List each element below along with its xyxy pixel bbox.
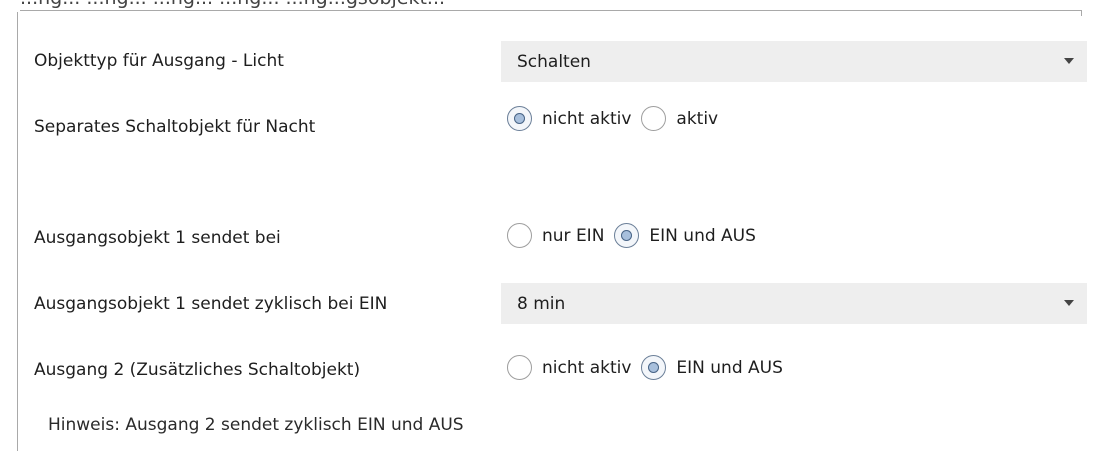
objekttyp-select[interactable]: Schalten bbox=[501, 41, 1087, 82]
radio-group-ausgangsobjekt-sendet: nur EIN EIN und AUS bbox=[507, 223, 766, 248]
radio-option-aktiv[interactable]: aktiv bbox=[641, 106, 718, 131]
group-left-border bbox=[17, 12, 18, 451]
radio-option-nicht-aktiv[interactable]: nicht aktiv bbox=[507, 355, 631, 380]
param-label-separates-schaltobjekt: Separates Schaltobjekt für Nacht bbox=[34, 117, 316, 137]
group-header: ...ng... ...ng... ...ng... ...ng... ...n… bbox=[0, 0, 1094, 14]
param-label-ausgangsobjekt-sendet: Ausgangsobjekt 1 sendet bei bbox=[34, 228, 281, 248]
radio-option-label: EIN und AUS bbox=[676, 357, 783, 378]
group-header-rule bbox=[20, 10, 1082, 11]
radio-option-nur-ein[interactable]: nur EIN bbox=[507, 223, 604, 248]
radio-group-separates-schaltobjekt: nicht aktiv aktiv bbox=[507, 106, 728, 131]
radio-option-ein-und-aus[interactable]: EIN und AUS bbox=[614, 223, 756, 248]
radio-option-nicht-aktiv[interactable]: nicht aktiv bbox=[507, 106, 631, 131]
zyklisch-select[interactable]: 8 min bbox=[501, 283, 1087, 324]
objekttyp-select-value: Schalten bbox=[517, 51, 591, 72]
radio-option-label: nur EIN bbox=[542, 225, 605, 246]
group-right-border bbox=[1081, 10, 1082, 16]
radio-unselected-icon[interactable] bbox=[641, 106, 667, 131]
group-header-text: ...ng... ...ng... ...ng... ...ng... ...n… bbox=[20, 0, 445, 9]
radio-unselected-icon[interactable] bbox=[507, 355, 532, 380]
param-label-ausgang-2: Ausgang 2 (Zusätzliches Schaltobjekt) bbox=[34, 360, 361, 380]
radio-selected-icon[interactable] bbox=[507, 106, 532, 131]
zyklisch-select-value: 8 min bbox=[517, 293, 566, 314]
chevron-down-icon bbox=[1064, 300, 1074, 306]
radio-option-label: nicht aktiv bbox=[542, 357, 632, 378]
radio-selected-icon[interactable] bbox=[614, 223, 640, 248]
radio-option-label: EIN und AUS bbox=[649, 225, 756, 246]
param-label-zyklisch: Ausgangsobjekt 1 sendet zyklisch bei EIN bbox=[34, 294, 388, 314]
radio-group-ausgang-2: nicht aktiv EIN und AUS bbox=[507, 355, 793, 380]
hint-text: Hinweis: Ausgang 2 sendet zyklisch EIN u… bbox=[48, 415, 464, 435]
radio-option-label: aktiv bbox=[676, 108, 719, 129]
radio-selected-icon[interactable] bbox=[641, 355, 667, 380]
chevron-down-icon bbox=[1064, 58, 1074, 64]
radio-option-ein-und-aus[interactable]: EIN und AUS bbox=[641, 355, 783, 380]
radio-unselected-icon[interactable] bbox=[507, 223, 532, 248]
radio-option-label: nicht aktiv bbox=[542, 108, 632, 129]
param-label-objekttyp: Objekttyp für Ausgang - Licht bbox=[34, 51, 284, 71]
